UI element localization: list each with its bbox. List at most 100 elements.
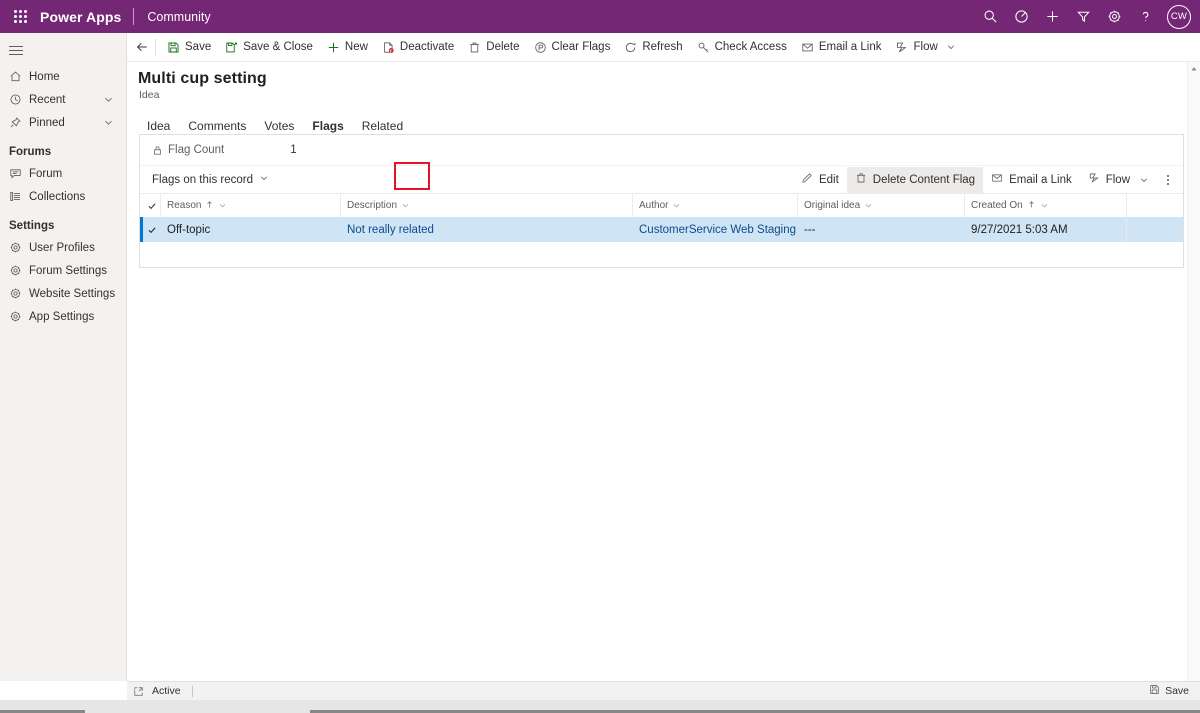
clear-flags-icon xyxy=(534,41,547,54)
column-label: Author xyxy=(639,200,669,211)
horizontal-scrollbar[interactable] xyxy=(0,700,1200,713)
trash-icon xyxy=(855,172,867,187)
command-label: Refresh xyxy=(642,41,683,53)
column-header-reason[interactable]: Reason xyxy=(160,194,340,217)
open-record-icon[interactable] xyxy=(127,686,152,697)
delete-button[interactable]: Delete xyxy=(461,34,526,61)
command-label: Save & Close xyxy=(243,41,313,53)
column-header-author[interactable]: Author xyxy=(632,194,797,217)
sidebar-item-pinned[interactable]: Pinned xyxy=(0,111,126,134)
sidebar-item-forum-settings[interactable]: Forum Settings xyxy=(0,259,126,282)
search-icon[interactable] xyxy=(975,0,1006,33)
subgrid-email-a-link-button[interactable]: Email a Link xyxy=(983,167,1080,193)
clock-icon xyxy=(9,93,29,106)
filter-icon[interactable] xyxy=(1068,0,1099,33)
flags-card: Flag Count 1 Flags on this record Edit D… xyxy=(139,134,1184,268)
email-link-icon xyxy=(991,172,1003,187)
app-launcher-icon[interactable] xyxy=(0,10,40,23)
column-header-original-idea[interactable]: Original idea xyxy=(797,194,964,217)
chevron-down-icon[interactable] xyxy=(946,42,956,52)
subgrid-commands: Edit Delete Content Flag Email a Link Fl… xyxy=(793,166,1179,193)
sidebar-item-recent[interactable]: Recent xyxy=(0,88,126,111)
cell-description[interactable]: Not really related xyxy=(340,217,632,242)
refresh-icon xyxy=(624,41,637,54)
chevron-down-icon[interactable] xyxy=(401,201,410,210)
email-a-link-button[interactable]: Email a Link xyxy=(794,34,889,61)
cell-reason[interactable]: Off-topic xyxy=(160,217,340,242)
deactivate-button[interactable]: Deactivate xyxy=(375,34,461,61)
sidebar-item-app-settings[interactable]: App Settings xyxy=(0,305,126,328)
back-button[interactable] xyxy=(131,40,153,54)
chevron-down-icon[interactable] xyxy=(1139,175,1149,185)
vertical-scrollbar[interactable] xyxy=(1187,62,1200,694)
chevron-down-icon[interactable] xyxy=(672,201,681,210)
column-header-created-on[interactable]: Created On xyxy=(964,194,1126,217)
gear-icon[interactable] xyxy=(1099,0,1130,33)
row-checkbox[interactable] xyxy=(143,225,160,235)
command-label: Delete xyxy=(486,41,520,53)
status-save-button[interactable]: Save xyxy=(1149,684,1200,698)
sidebar-item-website-settings[interactable]: Website Settings xyxy=(0,282,126,305)
chevron-down-icon[interactable] xyxy=(218,201,227,210)
sidebar-item-collections[interactable]: Collections xyxy=(0,185,126,208)
sidebar-item-forum[interactable]: Forum xyxy=(0,162,126,185)
sidebar-item-label: App Settings xyxy=(29,310,95,323)
cell-author[interactable]: CustomerService Web Staging xyxy=(632,217,797,242)
brand-title[interactable]: Power Apps xyxy=(40,9,133,25)
flow-button[interactable]: Flow xyxy=(888,34,962,61)
subgrid-flow-button[interactable]: Flow xyxy=(1080,167,1157,193)
chevron-down-icon[interactable] xyxy=(1040,201,1049,210)
save-and-close-button[interactable]: Save & Close xyxy=(218,34,320,61)
top-header-bar: Power Apps Community CW xyxy=(0,0,1200,33)
subgrid-delete-content-flag-button[interactable]: Delete Content Flag xyxy=(846,166,984,193)
flow-icon xyxy=(1088,172,1100,187)
select-all-checkbox[interactable] xyxy=(143,201,160,211)
command-label: Check Access xyxy=(714,41,787,53)
chevron-down-icon[interactable] xyxy=(103,117,126,128)
subgrid-command-label: Edit xyxy=(818,173,839,186)
trash-icon xyxy=(468,41,481,54)
top-header-actions: CW xyxy=(975,0,1200,33)
subgrid-view-selector[interactable]: Flags on this record xyxy=(152,173,269,186)
subgrid-overflow-button[interactable] xyxy=(1157,167,1179,193)
refresh-button[interactable]: Refresh xyxy=(617,34,689,61)
status-bar: Active Save xyxy=(127,681,1200,700)
help-icon[interactable] xyxy=(1130,0,1161,33)
command-label: Save xyxy=(185,41,212,53)
save-icon xyxy=(1149,684,1160,698)
subgrid-command-label: Flow xyxy=(1105,173,1130,186)
scroll-up-arrow-icon[interactable] xyxy=(1188,62,1200,75)
command-label: New xyxy=(344,41,368,53)
nav-collapse-button[interactable] xyxy=(0,35,126,65)
column-header-description[interactable]: Description xyxy=(340,194,632,217)
sidebar-group-settings: Settings xyxy=(9,220,55,232)
sidebar-item-home[interactable]: Home xyxy=(0,65,126,88)
subgrid-edit-button[interactable]: Edit xyxy=(793,167,847,193)
table-row[interactable]: Off-topic Not really related CustomerSer… xyxy=(140,217,1183,242)
check-access-button[interactable]: Check Access xyxy=(690,34,794,61)
sidebar-item-label: Home xyxy=(29,70,60,83)
avatar[interactable]: CW xyxy=(1167,4,1191,29)
command-label: Deactivate xyxy=(399,41,455,53)
new-button[interactable]: New xyxy=(320,34,375,61)
app-name[interactable]: Community xyxy=(134,10,210,24)
plus-icon[interactable] xyxy=(1037,0,1068,33)
subgrid-command-label: Email a Link xyxy=(1009,173,1072,186)
clear-flags-button[interactable]: Clear Flags xyxy=(527,34,618,61)
status-save-label: Save xyxy=(1165,685,1189,697)
sidebar-item-label: Recent xyxy=(29,93,66,106)
sidebar-item-label: Pinned xyxy=(29,116,65,129)
sidebar-item-label: Forum xyxy=(29,167,63,180)
chevron-down-icon[interactable] xyxy=(864,201,873,210)
email-link-icon xyxy=(801,41,814,54)
chevron-down-icon[interactable] xyxy=(103,94,126,105)
gear-icon xyxy=(9,310,29,323)
save-button[interactable]: Save xyxy=(160,34,218,61)
column-label: Description xyxy=(347,200,398,211)
pencil-icon xyxy=(801,172,813,187)
sidebar-item-user-profiles[interactable]: User Profiles xyxy=(0,236,126,259)
target-icon[interactable] xyxy=(1006,0,1037,33)
page-title: Multi cup setting xyxy=(138,70,267,87)
chevron-down-icon[interactable] xyxy=(259,173,269,186)
sort-ascending-icon xyxy=(205,200,214,211)
